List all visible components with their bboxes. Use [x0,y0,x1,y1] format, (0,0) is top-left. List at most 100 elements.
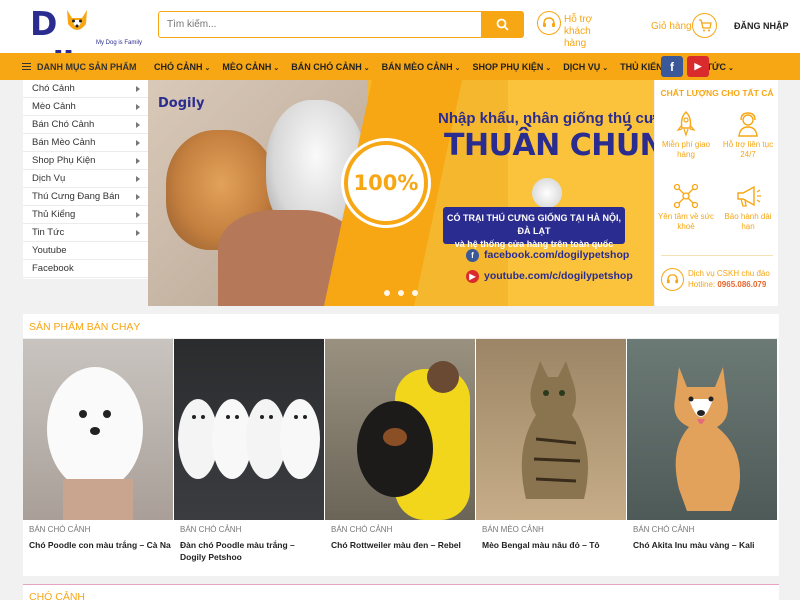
chevron-right-icon [136,103,140,110]
customer-support-link[interactable]: Hỗ trợ khách hàng [537,11,637,49]
banner-title: THUẦN CHỦNG [444,128,654,163]
kitten-image [532,178,562,208]
banner-facebook-link[interactable]: f facebook.com/dogilypetshop [466,248,629,262]
product-card[interactable]: BÁN CHÓ CẢNH Đàn chó Poodle màu trắng – … [174,339,324,576]
category-menu-label: DANH MỤC SẢN PHẨM [37,61,137,72]
feature-health: Yên tâm về sức khoẻ [655,182,717,242]
best-sellers-section: SẢN PHẨM BÁN CHẠY BÁN CHÓ CẢNH Chó Poodl… [23,314,779,576]
chevron-right-icon [136,211,140,218]
slider-dot[interactable] [412,290,418,296]
product-image[interactable] [627,339,777,520]
product-name[interactable]: Đàn chó Poodle màu trắng – Dogily Petsho… [180,539,322,563]
nav-item-ban-cho-canh[interactable]: BÁN CHÓ CẢNH ⌄ [291,62,369,72]
sidebar-item-cho-canh[interactable]: Chó Cảnh [23,80,148,98]
sidebar-item-meo-canh[interactable]: Mèo Cảnh [23,98,148,116]
chevron-right-icon [136,193,140,200]
logo-tagline: My Dog is Family [96,40,143,46]
next-section: CHÓ CẢNH [23,584,779,600]
slider-dot[interactable] [384,290,390,296]
product-card[interactable]: BÁN CHÓ CẢNH Chó Akita Inu màu vàng – Ka… [627,339,777,576]
product-category: BÁN CHÓ CẢNH [180,525,242,534]
product-name[interactable]: Chó Rottweiler màu đen – Rebel [331,539,473,551]
product-category: BÁN MÈO CẢNH [482,525,544,534]
youtube-icon: ▶ [466,269,479,283]
sidebar-item-thu-cung-dang-ban[interactable]: Thú Cưng Đang Bán [23,188,148,206]
product-image[interactable] [476,339,626,520]
product-image[interactable] [325,339,475,520]
sidebar-item-youtube[interactable]: Youtube [23,242,148,260]
banner-youtube-link[interactable]: ▶ youtube.com/c/dogilypetshop [466,269,633,283]
support-agent-icon [738,112,758,137]
sidebar-item-ban-meo-canh[interactable]: Bán Mèo Cảnh [23,134,148,152]
login-link[interactable]: ĐĂNG NHẬP [734,21,789,31]
product-name[interactable]: Chó Poodle con màu trắng – Cà Na [29,539,171,551]
banner-info-line1: CÓ TRẠI THÚ CƯNG GIỐNG TẠI HÀ NỘI, ĐÀ LẠ… [447,213,621,236]
megaphone-icon [737,185,761,207]
quality-title: CHẤT LƯỢNG CHO TẤT CẢ [660,88,774,98]
sidebar-item-tin-tuc[interactable]: Tin Tức [23,224,148,242]
feature-warranty: Bảo hành dài hạn [717,182,779,242]
product-card[interactable]: BÁN CHÓ CẢNH Chó Rottweiler màu đen – Re… [325,339,475,576]
search-button[interactable] [481,12,523,37]
sidebar-item-ban-cho-canh[interactable]: Bán Chó Cảnh [23,116,148,134]
chevron-down-icon: ⌄ [545,64,552,72]
chevron-right-icon [136,157,140,164]
product-category: BÁN CHÓ CẢNH [29,525,91,534]
search-input[interactable] [159,12,479,37]
nav-item-cho-canh[interactable]: CHÓ CẢNH ⌄ [154,62,210,72]
nav-item-shop-phu-kien[interactable]: SHOP PHỤ KIỆN ⌄ [473,62,552,72]
dog-face-icon [67,10,87,30]
banner-badge: 100% [344,141,428,225]
network-icon [673,183,699,209]
product-card[interactable]: BÁN CHÓ CẢNH Chó Poodle con màu trắng – … [23,339,173,576]
banner-logo: Dogily [158,96,205,111]
cart-button[interactable] [692,13,717,38]
facebook-icon[interactable]: f [661,56,683,77]
menu-icon [22,63,31,70]
product-card[interactable]: BÁN MÈO CẢNH Mèo Bengal màu nâu đỏ – Tô [476,339,626,576]
site-header: Dgily My Dog is Family Hỗ trợkhách hàng … [0,0,800,83]
chevron-right-icon [136,121,140,128]
product-name[interactable]: Mèo Bengal màu nâu đỏ – Tô [482,539,624,551]
category-sidebar: Chó Cảnh Mèo Cảnh Bán Chó Cảnh Bán Mèo C… [23,80,148,279]
section-title: SẢN PHẨM BÁN CHẠY [29,321,141,333]
feature-free-shipping: Miễn phí giao hàng [655,110,717,170]
cart-label[interactable]: Giỏ hàng [651,21,692,32]
category-menu-toggle[interactable]: DANH MỤC SẢN PHẨM [22,53,137,80]
nav-item-meo-canh[interactable]: MÈO CẢNH ⌄ [222,62,279,72]
banner-info-box: CÓ TRẠI THÚ CƯNG GIỐNG TẠI HÀ NỘI, ĐÀ LẠ… [443,207,625,249]
logo[interactable]: Dgily My Dog is Family [30,4,143,83]
chevron-down-icon: ⌄ [273,64,280,72]
nav-item-ban-meo-canh[interactable]: BÁN MÈO CẢNH ⌄ [382,62,461,72]
nav-item-dich-vu[interactable]: DỊCH VỤ ⌄ [563,62,608,72]
slider-dots [384,290,426,296]
chevron-down-icon: ⌄ [727,64,734,72]
section-title: CHÓ CẢNH [29,591,86,600]
hotline-number[interactable]: 0965.086.079 [717,280,766,289]
quality-panel: CHẤT LƯỢNG CHO TẤT CẢ Miễn phí giao hàng… [654,80,778,306]
search-icon [496,18,509,31]
youtube-icon[interactable]: ▶ [687,56,709,77]
headset-icon [537,11,561,35]
product-category: BÁN CHÓ CẢNH [633,525,695,534]
support-service-label: Dịch vụ CSKH chu đáo [688,269,770,278]
product-category: BÁN CHÓ CẢNH [331,525,393,534]
product-name[interactable]: Chó Akita Inu màu vàng – Kali [633,539,775,551]
slider-dot[interactable] [398,290,404,296]
sidebar-item-thu-kieng[interactable]: Thủ Kiểng [23,206,148,224]
chevron-down-icon: ⌄ [602,64,609,72]
hotline-block[interactable]: Dịch vụ CSKH chu đáo Hotline: 0965.086.0… [661,266,777,296]
product-image[interactable] [23,339,173,520]
product-image[interactable] [174,339,324,520]
support-label: Hỗ trợ khách hàng [564,14,593,49]
chevron-right-icon [136,229,140,236]
feature-support-24-7: Hỗ trợ liên tục 24/7 [717,110,779,170]
nav-items: CHÓ CẢNH ⌄ MÈO CẢNH ⌄ BÁN CHÓ CẢNH ⌄ BÁN MÈ… [154,53,746,80]
chevron-down-icon: ⌄ [454,64,461,72]
sidebar-item-dich-vu[interactable]: Dịch Vụ [23,170,148,188]
sidebar-item-shop-phu-kien[interactable]: Shop Phụ Kiện [23,152,148,170]
hero-banner[interactable]: Dogily 100% Nhập khẩu, nhân giống thú cư… [148,80,654,306]
headset-icon [661,268,684,291]
chevron-down-icon: ⌄ [204,64,211,72]
sidebar-item-facebook[interactable]: Facebook [23,260,148,278]
